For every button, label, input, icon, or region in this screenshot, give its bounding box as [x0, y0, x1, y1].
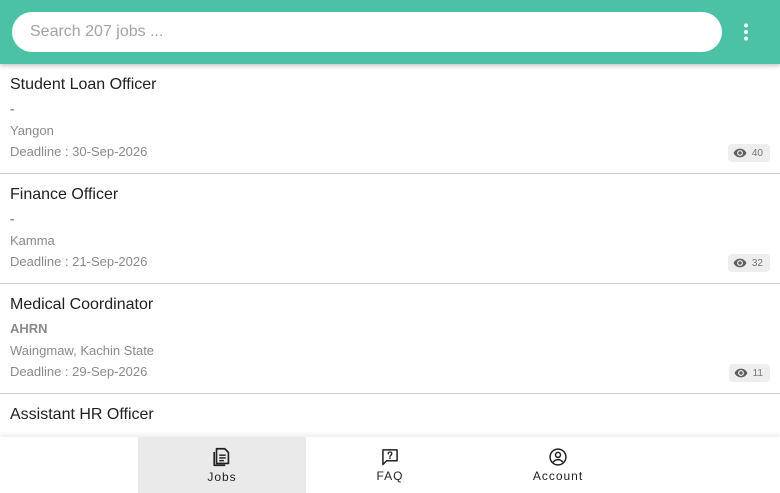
job-list: Student Loan Officer - Yangon Deadline :…: [0, 64, 780, 493]
job-title: Student Loan Officer: [10, 76, 157, 93]
job-company: -: [10, 211, 15, 226]
nav-account-label: Account: [532, 469, 584, 483]
views-badge: 11: [728, 364, 770, 382]
job-company: -: [10, 101, 15, 116]
nav-faq[interactable]: FAQ: [306, 437, 474, 493]
eye-icon: [733, 258, 747, 268]
views-badge: 40: [727, 144, 770, 162]
more-options-button[interactable]: [734, 20, 758, 44]
job-list-item[interactable]: Medical Coordinator AHRN Waingmaw, Kachi…: [0, 284, 780, 394]
search-input[interactable]: [28, 11, 706, 53]
views-badge: 32: [727, 254, 770, 272]
bottom-navigation: Jobs FAQ Account: [0, 437, 780, 493]
job-list-item[interactable]: Finance Officer - Kamma Deadline : 21-Se…: [0, 174, 780, 284]
job-location: Kamma: [10, 233, 55, 248]
search-box[interactable]: [12, 11, 722, 53]
nav-jobs-label: Jobs: [207, 470, 237, 484]
more-vert-icon: [744, 23, 748, 41]
faq-icon: [382, 449, 398, 466]
views-count: 11: [752, 367, 763, 379]
job-deadline: Deadline : 21-Sep-2026: [10, 254, 148, 269]
jobs-icon: [213, 447, 230, 467]
app-root: Student Loan Officer - Yangon Deadline :…: [0, 0, 780, 493]
job-list-item[interactable]: Student Loan Officer - Yangon Deadline :…: [0, 64, 780, 174]
job-deadline: Deadline : 29-Sep-2026: [10, 364, 148, 379]
views-count: 40: [751, 147, 763, 159]
job-location: Waingmaw, Kachin State: [10, 343, 155, 358]
views-count: 32: [751, 257, 763, 269]
job-title: Assistant HR Officer: [10, 406, 154, 423]
account-icon: [549, 448, 567, 466]
job-company: AHRN: [10, 321, 48, 336]
eye-icon: [733, 148, 747, 158]
job-location: Yangon: [10, 123, 54, 138]
nav-account[interactable]: Account: [474, 437, 642, 493]
job-title: Finance Officer: [10, 186, 119, 203]
eye-icon: [734, 368, 748, 378]
job-deadline: Deadline : 30-Sep-2026: [10, 144, 148, 159]
nav-faq-label: FAQ: [376, 469, 404, 483]
job-title: Medical Coordinator: [10, 296, 154, 313]
nav-jobs[interactable]: Jobs: [138, 437, 306, 493]
top-app-bar: [0, 0, 780, 64]
